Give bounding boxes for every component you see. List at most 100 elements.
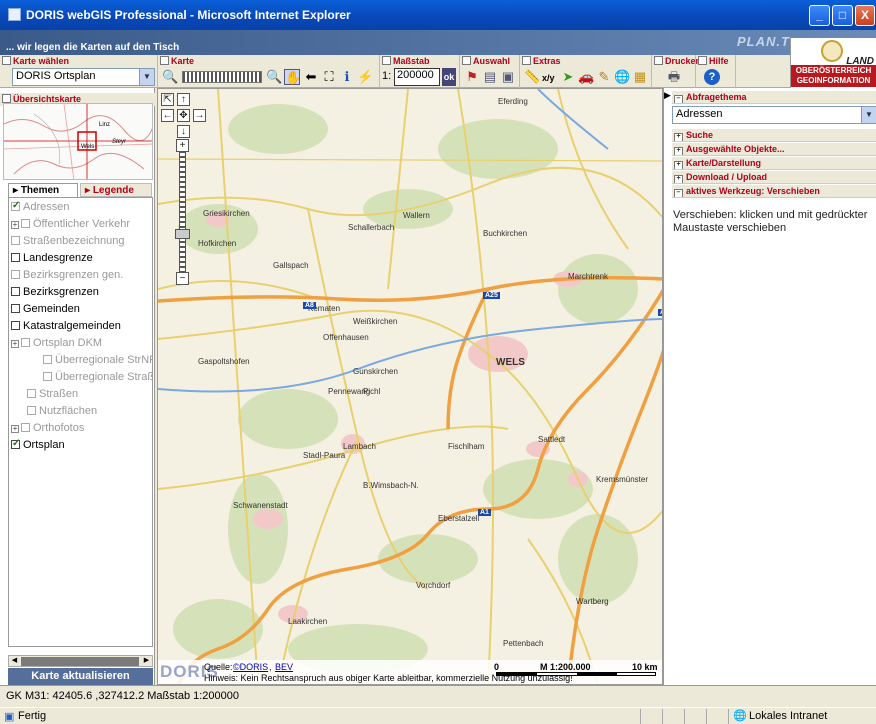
layer-checkbox[interactable] [11, 236, 20, 245]
layer-checkbox[interactable] [43, 355, 52, 364]
hilfe-label[interactable]: Hilfe [698, 56, 729, 66]
land-ooe-logo[interactable]: LAND OBERÖSTERREICH GEOINFORMATION [790, 38, 876, 88]
layer-item[interactable]: Straßenbezeichnung [11, 234, 125, 248]
expand-icon[interactable]: + [11, 221, 19, 229]
layer-checkbox[interactable] [21, 423, 30, 432]
scroll-right-icon[interactable]: ▶ [141, 656, 152, 666]
close-button[interactable]: X [855, 5, 875, 26]
zoom-full-icon[interactable]: 🔍 [162, 69, 178, 85]
overview-map[interactable]: Linz Steyr Wels [3, 103, 153, 180]
layer-item[interactable]: Straßen [27, 387, 78, 401]
section-header[interactable]: Karte/Darstellung [672, 157, 876, 170]
map-view[interactable]: Eferding Griesikirchen Wallern Schallerbach… [157, 88, 663, 685]
pan-hand-icon[interactable]: ✋ [284, 69, 301, 85]
abfragethema-header[interactable]: Abfragethema [672, 91, 876, 104]
layer-item[interactable]: Nutzflächen [27, 404, 97, 418]
layer-label: Ortsplan [23, 439, 65, 451]
layer-checkbox[interactable] [11, 253, 20, 262]
layer-item[interactable]: Bezirksgrenzen [11, 285, 99, 299]
scale-ok-button[interactable]: ok [442, 68, 456, 86]
pencil-icon[interactable]: ✎ [596, 69, 612, 85]
extras-label[interactable]: Extras [522, 56, 561, 66]
clear-selection-icon[interactable]: ▣ [500, 69, 516, 85]
zoom-slider-handle[interactable] [175, 229, 190, 239]
globe-icon[interactable]: 🌐 [614, 69, 630, 85]
measure-icon[interactable]: 📏 [524, 69, 540, 85]
scroll-thumb[interactable] [21, 657, 139, 666]
layer-item[interactable]: Landesgrenze [11, 251, 93, 265]
tab-themen[interactable]: ▸ Themen [8, 183, 78, 197]
scroll-left-icon[interactable]: ◀ [9, 656, 20, 666]
massstab-label[interactable]: Maßstab [382, 56, 430, 66]
zoom-in-control-icon[interactable]: + [176, 139, 189, 152]
layer-checkbox[interactable] [11, 199, 20, 213]
panel-collapse-icon[interactable]: ▶ [664, 90, 671, 101]
layer-item[interactable]: Ortsplan [11, 437, 65, 452]
pan-east-icon[interactable]: → [193, 109, 206, 122]
layer-checkbox[interactable] [11, 437, 20, 451]
expand-icon[interactable]: + [11, 340, 19, 348]
car-icon[interactable]: 🚗 [578, 69, 594, 85]
green-arrow-icon[interactable]: ➤ [560, 69, 576, 85]
zoom-in-icon[interactable]: 🔍 [266, 69, 282, 85]
layer-checkbox[interactable] [11, 321, 20, 330]
chevron-down-icon[interactable]: ▼ [139, 69, 154, 85]
scale-input[interactable]: 200000 [394, 68, 440, 86]
tab-legende[interactable]: ▸ Legende [80, 183, 152, 197]
layer-checkbox[interactable] [21, 338, 30, 347]
layer-checkbox[interactable] [43, 372, 52, 381]
pan-south-icon[interactable]: ↓ [177, 125, 190, 138]
layer-item[interactable]: + Öffentlicher Verkehr [11, 217, 130, 231]
printer-icon[interactable]: 🖶 [666, 69, 682, 85]
help-icon[interactable]: ? [704, 69, 720, 85]
info-icon[interactable]: ℹ [339, 69, 355, 85]
layer-checkbox[interactable] [11, 270, 20, 279]
layer-checkbox[interactable] [11, 287, 20, 296]
layer-checkbox[interactable] [27, 406, 36, 415]
layer-checkbox[interactable] [21, 219, 30, 228]
auswahl-label[interactable]: Auswahl [462, 56, 510, 66]
layer-tree-hscroll[interactable]: ◀ ▶ [8, 655, 153, 667]
scale-text: M 1:200.000 [540, 662, 591, 672]
layer-item[interactable]: Bezirksgrenzen gen. [11, 268, 123, 282]
active-tool-header[interactable]: aktives Werkzeug: Verschieben [672, 185, 876, 198]
section-header[interactable]: Download / Upload [672, 171, 876, 184]
section-header[interactable]: Suche [672, 129, 876, 142]
back-arrow-icon[interactable]: ⬅ [303, 69, 319, 85]
pan-north-icon[interactable]: ↑ [177, 93, 190, 106]
expand-icon[interactable]: + [11, 425, 19, 433]
select-list-icon[interactable]: ▤ [482, 69, 498, 85]
layer-item[interactable]: Überregionale Straßen [43, 370, 152, 384]
layer-item[interactable]: + Orthofotos [11, 421, 84, 435]
pan-west-icon[interactable]: ← [161, 109, 174, 122]
maximize-button[interactable]: □ [832, 5, 853, 26]
zoom-level-bar[interactable] [182, 71, 262, 83]
layer-item[interactable]: Überregionale StrNR [43, 353, 152, 367]
full-extent-icon[interactable]: ⛶ [321, 69, 337, 85]
layers-icon[interactable]: ▦ [632, 69, 648, 85]
layer-item[interactable]: Katastralgemeinden [11, 319, 121, 333]
section-header[interactable]: Ausgewählte Objekte... [672, 143, 876, 156]
update-map-button[interactable]: Karte aktualisieren [8, 668, 153, 685]
lightning-icon[interactable]: ⚡ [357, 69, 373, 85]
layer-checkbox[interactable] [27, 389, 36, 398]
select-flag-icon[interactable]: ⚑ [464, 69, 480, 85]
query-theme-select[interactable]: Adressen ▼ [672, 106, 876, 124]
layer-checkbox[interactable] [11, 304, 20, 313]
doris-link[interactable]: ©DORIS [233, 662, 268, 672]
minimize-button[interactable]: _ [809, 5, 830, 26]
zoom-out-control-icon[interactable]: − [176, 272, 189, 285]
karte-waehlen-label[interactable]: Karte wählen [2, 56, 69, 66]
xy-coordinate-icon[interactable]: x/y [542, 73, 555, 83]
zoom-extent-icon[interactable]: ⇱ [161, 93, 174, 106]
chevron-down-icon[interactable]: ▼ [861, 107, 876, 123]
pan-center-icon[interactable]: ✥ [177, 109, 190, 122]
drucken-label[interactable]: Drucken [654, 56, 701, 66]
karte-label[interactable]: Karte [160, 56, 194, 66]
layer-item[interactable]: Gemeinden [11, 302, 80, 316]
bev-link[interactable]: BEV [275, 662, 293, 672]
layer-item[interactable]: Adressen [11, 199, 69, 214]
layer-item[interactable]: + Ortsplan DKM [11, 336, 102, 350]
zoom-slider[interactable] [179, 152, 186, 272]
map-select[interactable]: DORIS Ortsplan ▼ [12, 68, 155, 86]
